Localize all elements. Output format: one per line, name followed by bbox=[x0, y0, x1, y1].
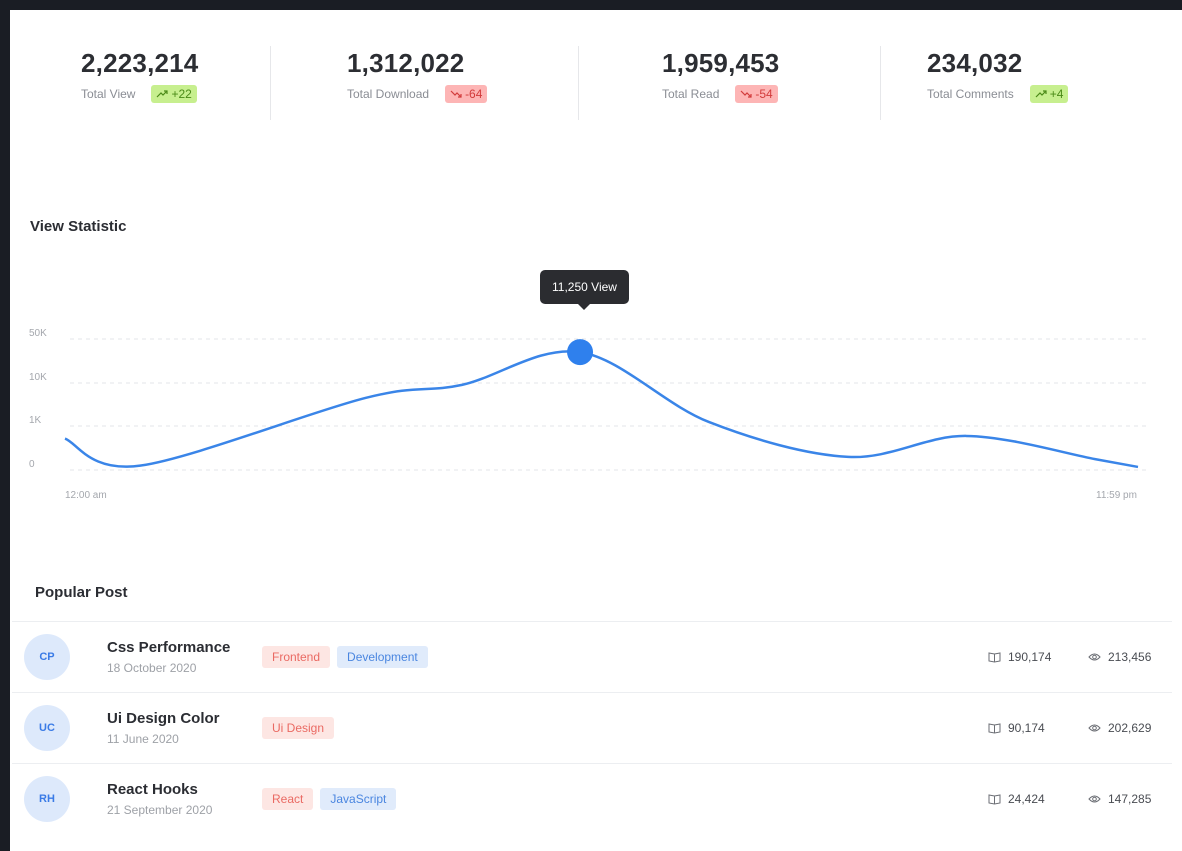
views-metric: 147,285 bbox=[1088, 792, 1151, 806]
change-badge: -64 bbox=[445, 85, 488, 103]
view-statistic-title: View Statistic bbox=[30, 218, 127, 235]
stat-total-comments: 234,032 Total Comments +4 bbox=[927, 48, 1069, 103]
dashboard-page: 2,223,214 Total View +22 1,312,022 Total… bbox=[10, 10, 1182, 851]
change-badge: +4 bbox=[1029, 85, 1069, 103]
tag[interactable]: JavaScript bbox=[320, 788, 397, 810]
stat-label: Total View bbox=[81, 87, 136, 101]
popular-post-title: Popular Post bbox=[35, 584, 128, 601]
stat-total-download: 1,312,022 Total Download -64 bbox=[347, 48, 488, 103]
change-value: -54 bbox=[755, 87, 773, 101]
trend-up-icon bbox=[157, 90, 169, 98]
book-icon bbox=[988, 652, 1001, 663]
tag[interactable]: Ui Design bbox=[262, 717, 335, 739]
views-count: 213,456 bbox=[1108, 650, 1152, 664]
stat-value: 1,959,453 bbox=[662, 48, 780, 78]
trend-down-icon bbox=[740, 90, 752, 98]
stats-bar: 2,223,214 Total View +22 1,312,022 Total… bbox=[10, 10, 1182, 140]
stat-label: Total Read bbox=[662, 87, 720, 101]
change-value: +4 bbox=[1049, 87, 1064, 101]
stat-label: Total Comments bbox=[927, 87, 1014, 101]
post-title[interactable]: Ui Design Color bbox=[107, 710, 220, 727]
table-row[interactable]: RH React Hooks 21 September 2020 React J… bbox=[12, 763, 1172, 834]
post-date: 21 September 2020 bbox=[107, 803, 213, 817]
change-value: -64 bbox=[465, 87, 483, 101]
post-title[interactable]: React Hooks bbox=[107, 781, 198, 798]
stat-total-read: 1,959,453 Total Read -54 bbox=[662, 48, 779, 103]
views-metric: 202,629 bbox=[1088, 721, 1151, 735]
reads-metric: 190,174 bbox=[988, 650, 1051, 664]
reads-count: 190,174 bbox=[1008, 650, 1052, 664]
views-count: 202,629 bbox=[1108, 721, 1152, 735]
post-date: 18 October 2020 bbox=[107, 661, 197, 675]
avatar: UC bbox=[24, 705, 70, 751]
change-value: +22 bbox=[171, 87, 192, 101]
table-row[interactable]: UC Ui Design Color 11 June 2020 Ui Desig… bbox=[12, 692, 1172, 763]
eye-icon bbox=[1088, 724, 1101, 732]
post-date: 11 June 2020 bbox=[107, 732, 179, 746]
stat-value: 1,312,022 bbox=[347, 48, 465, 78]
table-row[interactable]: CP Css Performance 18 October 2020 Front… bbox=[12, 621, 1172, 692]
change-badge: -54 bbox=[735, 85, 778, 103]
stat-value: 2,223,214 bbox=[81, 48, 199, 78]
stat-value: 234,032 bbox=[927, 48, 1023, 78]
stat-divider bbox=[270, 46, 271, 120]
eye-icon bbox=[1088, 653, 1101, 661]
change-badge: +22 bbox=[151, 85, 197, 103]
post-title[interactable]: Css Performance bbox=[107, 639, 230, 656]
reads-metric: 24,424 bbox=[988, 792, 1045, 806]
popular-post-list: CP Css Performance 18 October 2020 Front… bbox=[12, 621, 1172, 834]
eye-icon bbox=[1088, 795, 1101, 803]
stat-label: Total Download bbox=[347, 87, 430, 101]
stat-total-view: 2,223,214 Total View +22 bbox=[81, 48, 198, 103]
stat-divider bbox=[880, 46, 881, 120]
book-icon bbox=[988, 794, 1001, 805]
tag[interactable]: Frontend bbox=[262, 646, 331, 668]
tag[interactable]: Development bbox=[337, 646, 428, 668]
reads-count: 90,174 bbox=[1008, 721, 1045, 735]
views-count: 147,285 bbox=[1108, 792, 1152, 806]
views-metric: 213,456 bbox=[1088, 650, 1151, 664]
reads-metric: 90,174 bbox=[988, 721, 1045, 735]
series-line bbox=[64, 350, 1139, 469]
chart-tooltip: 11,250 View bbox=[540, 270, 629, 310]
reads-count: 24,424 bbox=[1008, 792, 1045, 806]
trend-up-icon bbox=[1035, 90, 1047, 98]
highlight-point[interactable] bbox=[567, 339, 594, 366]
stat-divider bbox=[578, 46, 579, 120]
tag[interactable]: React bbox=[262, 788, 314, 810]
avatar: CP bbox=[24, 634, 70, 680]
avatar: RH bbox=[24, 776, 70, 822]
trend-down-icon bbox=[450, 90, 462, 98]
book-icon bbox=[988, 723, 1001, 734]
